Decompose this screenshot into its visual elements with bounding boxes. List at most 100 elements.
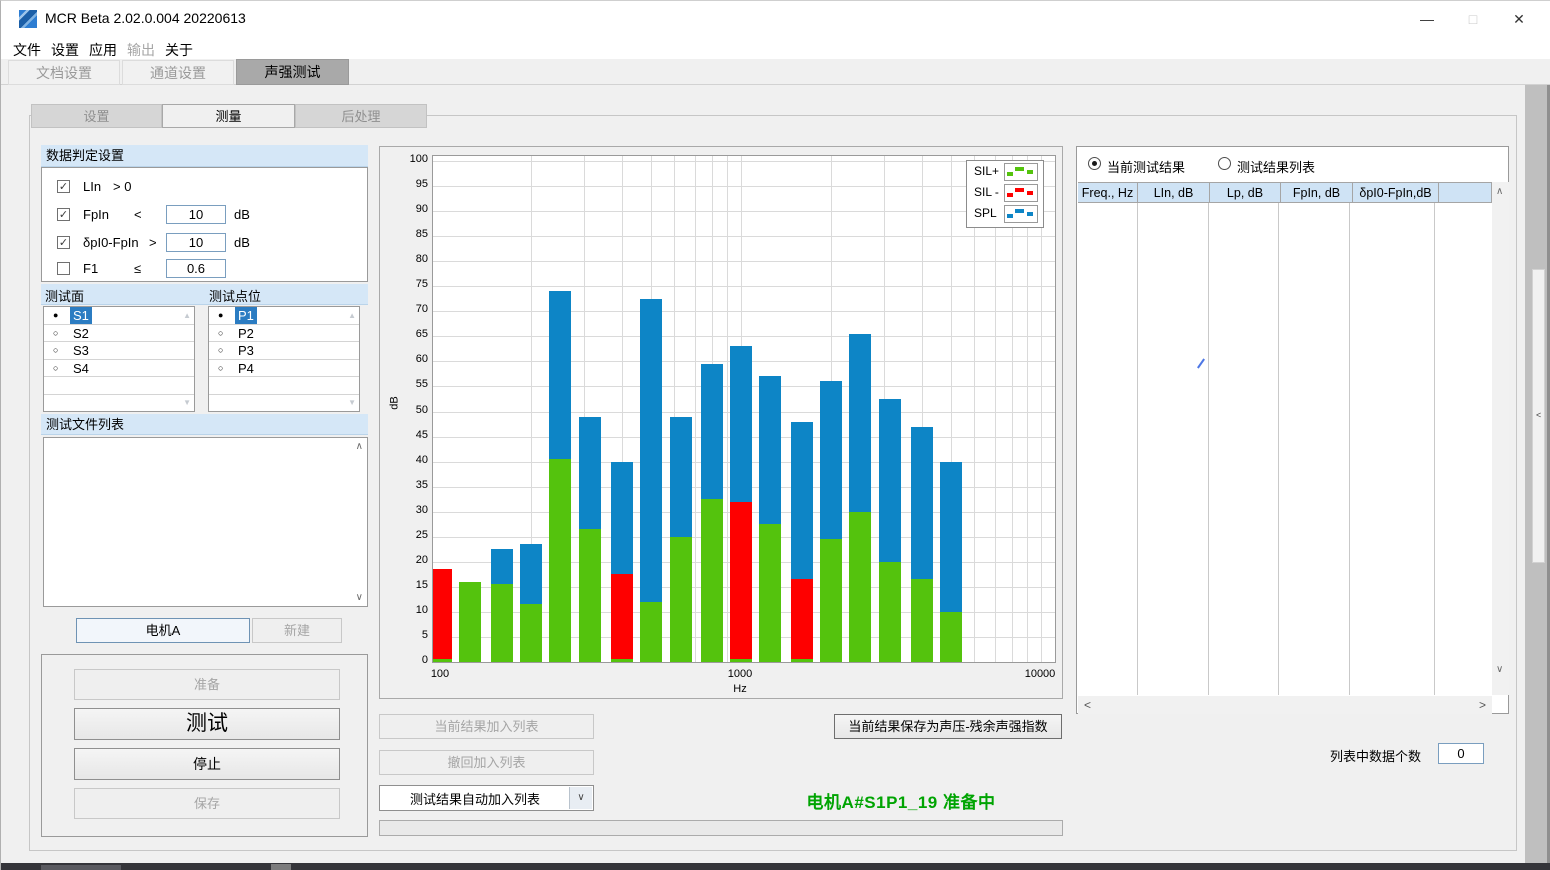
stop-button[interactable]: 停止 <box>74 748 340 780</box>
legend-label: SIL+ <box>974 164 999 178</box>
bar-sil-positive <box>759 524 781 662</box>
menu-file[interactable]: 文件 <box>13 40 45 60</box>
criteria-label: LIn <box>83 179 101 194</box>
tab-sound-intensity-test[interactable]: 声强测试 <box>236 59 349 85</box>
list-count-label: 列表中数据个数 <box>1330 746 1421 765</box>
list-item-s3[interactable]: ○ S3 <box>44 342 194 360</box>
criteria-checkbox-lin[interactable]: ✓ <box>57 180 70 193</box>
list-item-p4[interactable]: ○ P4 <box>209 360 359 378</box>
subtab-setup[interactable]: 设置 <box>31 104 162 128</box>
criteria-value-input[interactable] <box>166 233 226 252</box>
results-vscrollbar[interactable]: ∧ ∨ <box>1492 182 1509 695</box>
bar-sil-positive <box>911 579 933 662</box>
scroll-down-icon[interactable]: ∨ <box>356 592 363 603</box>
minimize-button[interactable]: — <box>1410 4 1444 34</box>
bar-sil-positive <box>849 512 871 662</box>
criteria-checkbox-fpin[interactable]: ✓ <box>57 208 70 221</box>
bar-spl <box>640 299 662 602</box>
criteria-checkbox-f1[interactable] <box>57 262 70 275</box>
chart-panel: SIL+SIL -SPL dB Hz 051015202530354045505… <box>379 146 1063 699</box>
scroll-down-icon[interactable]: ∨ <box>1496 664 1503 675</box>
criteria-op: ≤ <box>134 261 141 276</box>
x-tick-label: 100 <box>410 668 470 680</box>
list-item-s2[interactable]: ○ S2 <box>44 325 194 343</box>
unselected-bullet-icon: ○ <box>53 325 58 342</box>
bar-spl <box>730 346 752 501</box>
list-item-s4[interactable]: ○ S4 <box>44 360 194 378</box>
scroll-up-icon[interactable]: ∧ <box>356 441 363 452</box>
criteria-label: FpIn <box>83 207 109 222</box>
cursor-artifact <box>1197 358 1205 368</box>
bar-spl <box>849 334 871 512</box>
bar-spl <box>520 544 542 604</box>
scroll-left-icon[interactable]: < <box>1084 698 1091 712</box>
scroll-up-icon[interactable]: ▲ <box>348 311 356 320</box>
maximize-button[interactable]: □ <box>1456 4 1490 34</box>
scroll-up-icon[interactable]: ▲ <box>183 311 191 320</box>
criteria-header: 数据判定设置 <box>41 145 368 167</box>
criteria-unit: dB <box>234 235 250 250</box>
list-count-input[interactable] <box>1438 743 1484 764</box>
combobox-arrow-icon[interactable]: ∨ <box>569 787 592 809</box>
criteria-value-input[interactable] <box>166 205 226 224</box>
collapse-panel-handle[interactable]: < <box>1532 269 1545 563</box>
bar-spl <box>670 417 692 537</box>
bar-sil-negative <box>611 574 633 659</box>
selected-bullet-icon: ● <box>218 307 223 324</box>
menu-about[interactable]: 关于 <box>165 40 197 60</box>
legend-label: SIL - <box>974 185 999 199</box>
test-button[interactable]: 测试 <box>74 708 340 740</box>
save-residual-index-button[interactable]: 当前结果保存为声压-残余声强指数 <box>834 714 1062 739</box>
list-item-p3[interactable]: ○ P3 <box>209 342 359 360</box>
scroll-up-icon[interactable]: ∧ <box>1496 186 1503 197</box>
radio-result-list[interactable] <box>1218 157 1231 170</box>
criteria-value-input[interactable] <box>166 259 226 278</box>
status-text: 电机A#S1P1_19 准备中 <box>761 788 1041 813</box>
app-window: MCR Beta 2.02.0.004 20220613 — □ ✕ 文件 设置… <box>0 0 1550 870</box>
list-item-p1[interactable]: ● P1 <box>209 307 359 325</box>
grid-line <box>1041 156 1042 662</box>
menu-output: 输出 <box>127 40 159 60</box>
subtab-measure[interactable]: 测量 <box>162 104 295 128</box>
results-panel: 当前测试结果 测试结果列表 Freq., Hz LIn, dB Lp, dB F… <box>1076 146 1509 714</box>
x-axis-label: Hz <box>710 683 770 695</box>
legend-item: SIL - <box>967 182 1043 203</box>
y-tick-label: 85 <box>398 228 428 240</box>
grid-line <box>433 336 1055 337</box>
bar-spl <box>820 381 842 539</box>
radio-current-result-label: 当前测试结果 <box>1107 157 1185 176</box>
radio-current-result[interactable] <box>1088 157 1101 170</box>
menu-settings[interactable]: 设置 <box>51 40 83 60</box>
grid-line <box>433 186 1055 187</box>
bar-spl <box>940 462 962 612</box>
bar-sil-negative <box>791 579 813 659</box>
undo-add-button: 撤回加入列表 <box>379 750 594 775</box>
scroll-down-icon[interactable]: ▼ <box>348 398 356 407</box>
save-button: 保存 <box>74 788 340 819</box>
bar-spl <box>759 376 781 524</box>
col-lp: Lp, dB <box>1210 183 1281 202</box>
criteria-checkbox-dpi0[interactable]: ✓ <box>57 236 70 249</box>
y-tick-label: 50 <box>398 404 428 416</box>
list-item-p2[interactable]: ○ P2 <box>209 325 359 343</box>
auto-add-combobox[interactable]: 测试结果自动加入列表 ∨ <box>379 785 594 811</box>
bar-sil-positive <box>940 612 962 662</box>
close-button[interactable]: ✕ <box>1502 4 1536 34</box>
test-file-list[interactable]: ∧ ∨ <box>43 437 368 607</box>
bar-spl <box>491 549 513 584</box>
grid-line <box>433 311 1055 312</box>
motor-name-button[interactable]: 电机A <box>76 618 250 643</box>
results-table-header: Freq., Hz LIn, dB Lp, dB FpIn, dB δpI0-F… <box>1078 182 1492 203</box>
subtab-postprocess[interactable]: 后处理 <box>295 104 427 128</box>
list-item-s1[interactable]: ● S1 <box>44 307 194 325</box>
y-tick-label: 70 <box>398 303 428 315</box>
results-hscrollbar[interactable]: < > <box>1078 696 1492 714</box>
scroll-right-icon[interactable]: > <box>1479 698 1486 712</box>
grid-line <box>1012 156 1013 662</box>
bar-spl <box>611 462 633 575</box>
grid-line <box>433 161 1055 162</box>
menu-apply[interactable]: 应用 <box>89 40 121 60</box>
bar-sil-positive <box>820 539 842 662</box>
progress-bar <box>379 820 1063 836</box>
scroll-down-icon[interactable]: ▼ <box>183 398 191 407</box>
